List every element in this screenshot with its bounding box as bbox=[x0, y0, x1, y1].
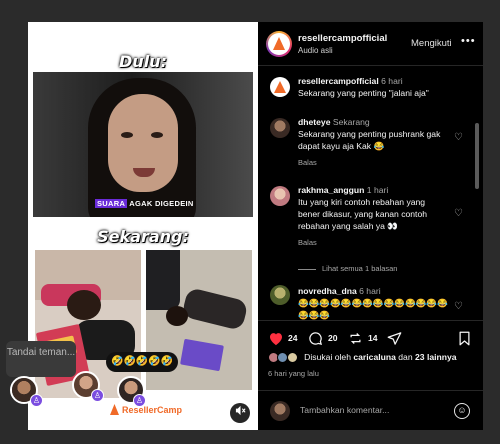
post-header: resellercampofficial Audio asli Mengikut… bbox=[258, 22, 483, 66]
brand-watermark: ResellerCamp bbox=[110, 404, 182, 415]
caption-dulu: Dulu: bbox=[119, 52, 167, 71]
caption-sekarang: Sekarang: bbox=[97, 227, 189, 246]
reply-button[interactable]: Balas bbox=[298, 237, 448, 249]
post-actions: 24 20 14 Disukai oleh caricaluna dan 23 … bbox=[258, 320, 483, 390]
comment-username[interactable]: rakhma_anggun bbox=[298, 185, 364, 195]
view-replies-link[interactable]: Lihat semua 1 balasan bbox=[298, 264, 397, 273]
commenter-avatar[interactable] bbox=[270, 118, 290, 138]
comment-username[interactable]: novredha_dna bbox=[298, 286, 357, 296]
like-comment-heart-icon[interactable]: ♡ bbox=[454, 208, 463, 219]
following-button[interactable]: Mengikuti bbox=[411, 38, 452, 49]
like-heart-icon[interactable] bbox=[268, 331, 284, 348]
tag-user-icon: ♙ bbox=[30, 394, 43, 407]
account-username[interactable]: resellercampofficial bbox=[298, 33, 387, 44]
audio-label[interactable]: Audio asli bbox=[298, 46, 333, 55]
comment-input[interactable]: Tambahkan komentar... bbox=[300, 405, 389, 415]
muted-speaker-icon[interactable] bbox=[230, 403, 250, 423]
comment-text: Sekarang yang penting "jalani aja" bbox=[298, 88, 429, 98]
tag-user-icon: ♙ bbox=[91, 389, 104, 402]
account-avatar[interactable] bbox=[270, 77, 290, 97]
subtitle-rest: AGAK DIGEDEIN bbox=[129, 199, 194, 208]
emoji-reaction-bar: 🤣🤣🤣🤣🤣 bbox=[106, 352, 179, 372]
liked-by-user[interactable]: caricaluna bbox=[353, 352, 396, 362]
account-avatar[interactable] bbox=[268, 33, 290, 55]
comment-username[interactable]: resellercampofficial bbox=[298, 76, 379, 86]
subtitle-highlight: SUARA bbox=[95, 199, 128, 208]
more-options-icon[interactable]: ••• bbox=[461, 35, 476, 47]
comment-time: 6 hari bbox=[381, 76, 403, 86]
current-user-avatar bbox=[270, 401, 290, 421]
like-comment-heart-icon[interactable]: ♡ bbox=[454, 301, 463, 312]
brand-name: ResellerCamp bbox=[122, 404, 183, 415]
brand-logo-icon bbox=[110, 404, 119, 415]
commenter-avatar[interactable] bbox=[270, 285, 290, 305]
liked-by-and: dan bbox=[398, 352, 413, 362]
comment-composer: Tambahkan komentar... ☺ bbox=[258, 390, 483, 430]
emoji-picker-icon[interactable]: ☺ bbox=[454, 403, 470, 419]
liked-by-prefix: Disukai oleh bbox=[304, 352, 351, 362]
comments-panel: resellercampofficial Audio asli Mengikut… bbox=[258, 22, 483, 430]
scene-dulu-image: SUARA AGAK DIGEDEIN bbox=[33, 72, 253, 217]
liked-by-others[interactable]: 23 lainnya bbox=[415, 352, 457, 362]
comment-list[interactable]: resellercampofficial 6 hari Sekarang yan… bbox=[258, 67, 483, 320]
liker-avatar bbox=[286, 352, 298, 364]
tag-user-icon: ♙ bbox=[133, 394, 146, 407]
comment-text: 😂😂😂😂😂😂😂😂😂😂😂😂😂😂😂😂😂 bbox=[298, 298, 448, 320]
video-subtitle: SUARA AGAK DIGEDEIN bbox=[95, 199, 194, 208]
reply-button[interactable]: Balas bbox=[298, 157, 448, 169]
comment-text: Itu yang kiri contoh rebahan yang bener … bbox=[298, 197, 427, 231]
reposts-count: 14 bbox=[368, 333, 378, 343]
repost-icon[interactable] bbox=[348, 331, 363, 348]
comment-time: Sekarang bbox=[332, 117, 370, 127]
likes-count: 24 bbox=[288, 333, 298, 343]
comment-scrollbar[interactable] bbox=[475, 123, 479, 189]
comment-text: Sekarang yang penting pushrank gak dapat… bbox=[298, 129, 441, 151]
bookmark-icon[interactable] bbox=[458, 331, 471, 348]
post-timestamp[interactable]: 6 hari yang lalu bbox=[268, 369, 319, 378]
tag-friends-tooltip[interactable]: Tandai teman... bbox=[6, 341, 76, 377]
comment-username[interactable]: dheteye bbox=[298, 117, 330, 127]
commenter-avatar[interactable] bbox=[270, 186, 290, 206]
comment-time: 6 hari bbox=[359, 286, 381, 296]
liked-by-line: Disukai oleh caricaluna dan 23 lainnya bbox=[268, 352, 457, 364]
share-send-icon[interactable] bbox=[387, 331, 402, 348]
comment-bubble-icon[interactable] bbox=[308, 331, 323, 348]
comment-time: 1 hari bbox=[366, 185, 389, 195]
comments-count: 20 bbox=[328, 333, 338, 343]
like-comment-heart-icon[interactable]: ♡ bbox=[454, 132, 463, 143]
